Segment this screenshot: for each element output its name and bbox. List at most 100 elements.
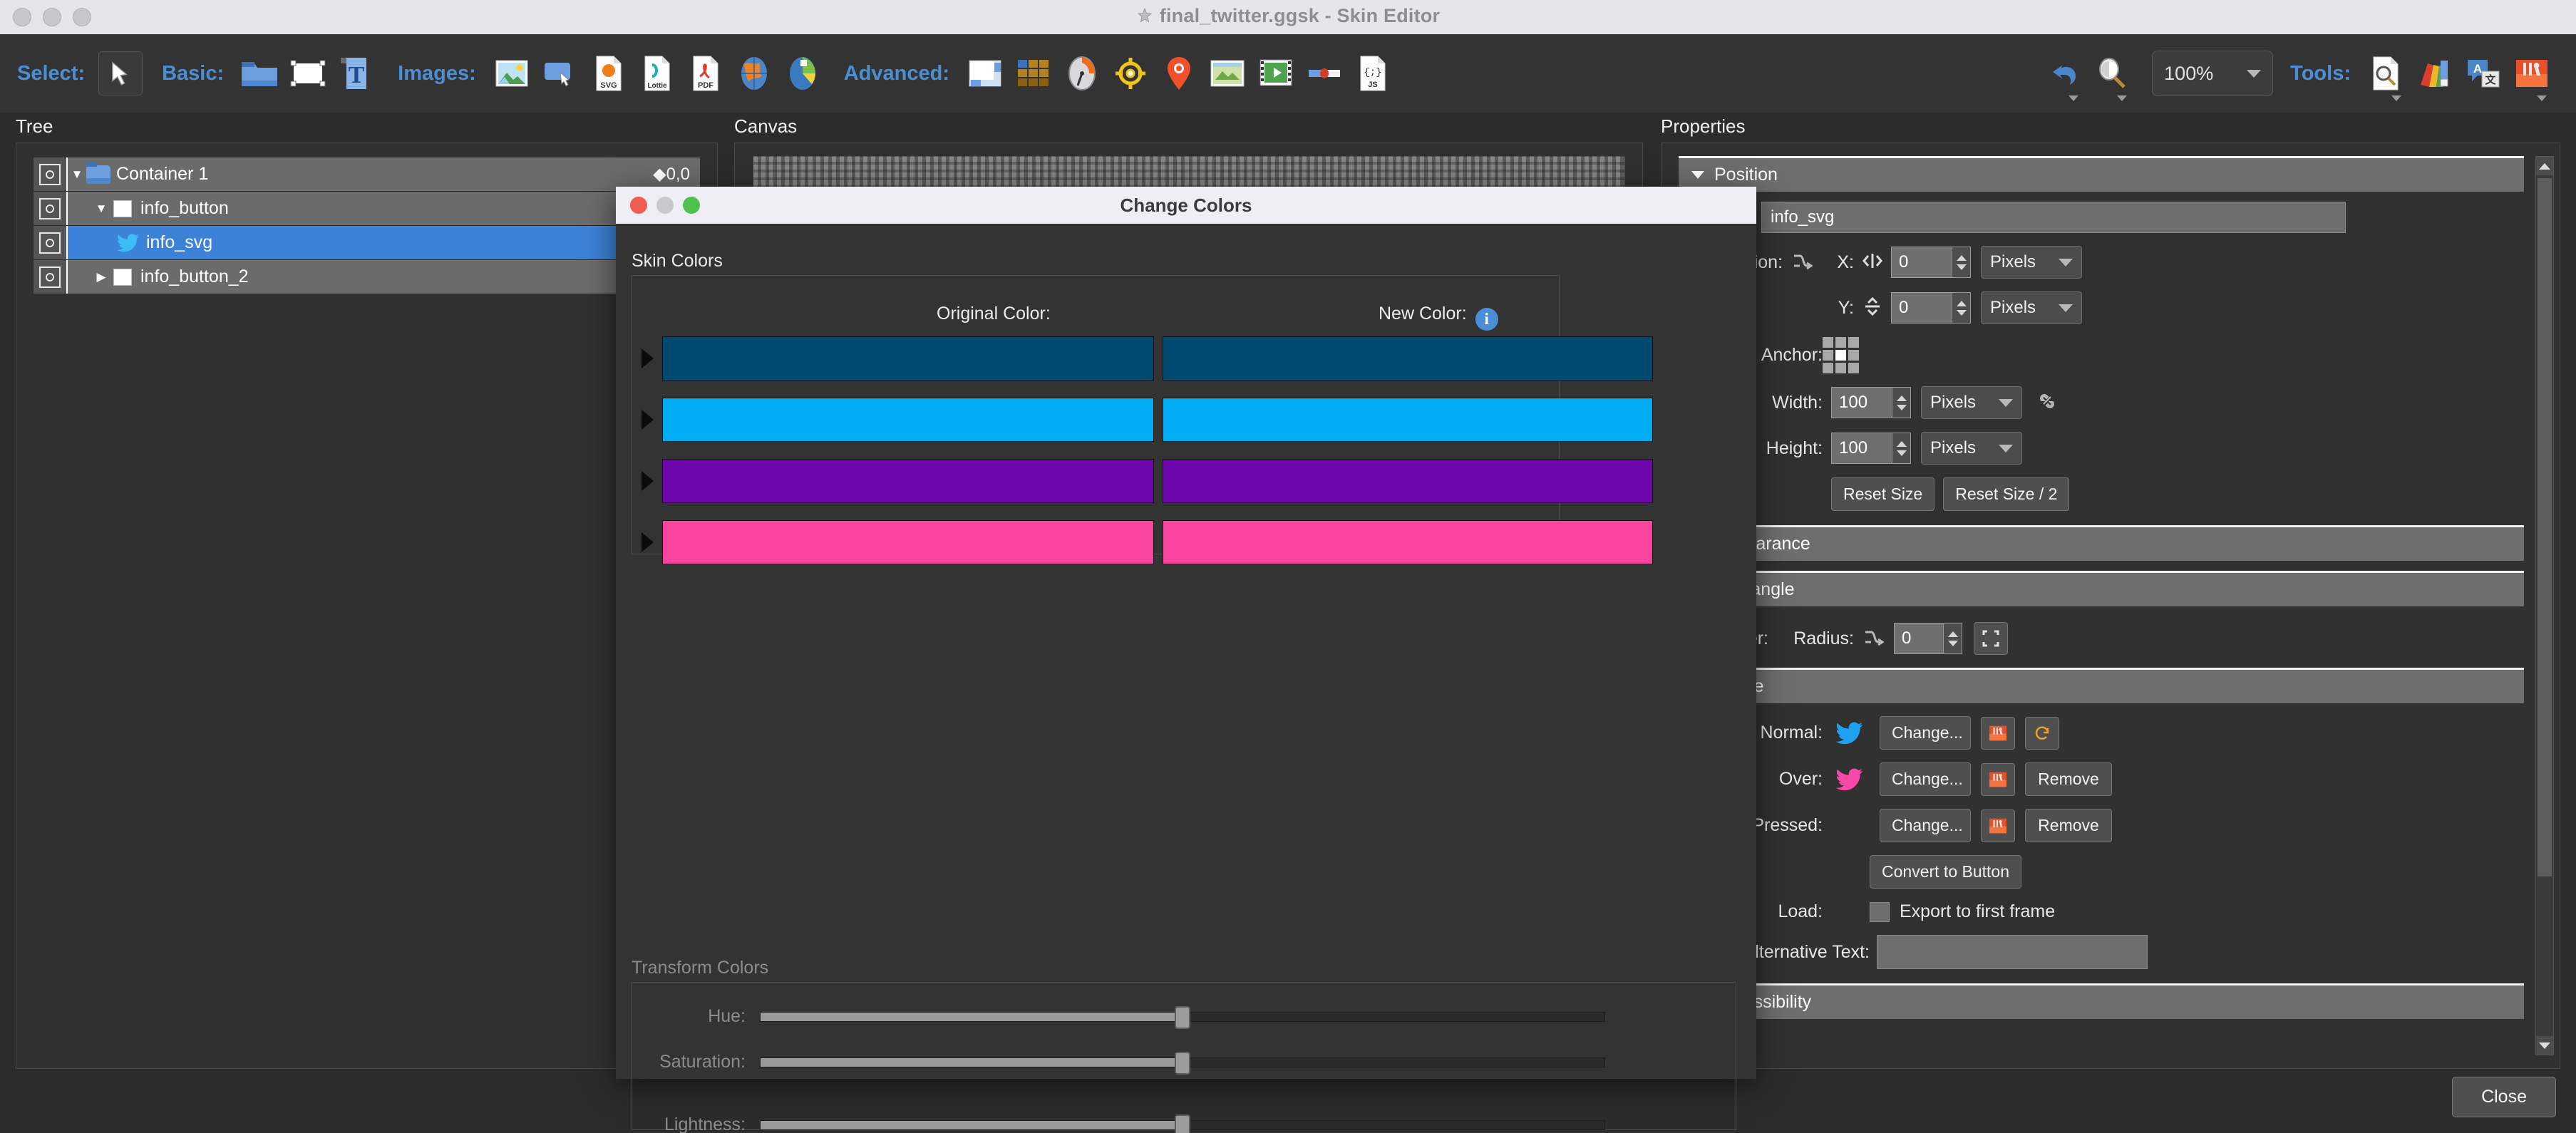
section-header-position[interactable]: Position [1679,156,2524,192]
link-aspect-icon[interactable] [2036,391,2058,415]
height-unit-combo[interactable]: Pixels [1921,432,2022,465]
x-stepper[interactable]: 0 [1891,247,1971,278]
image-normal-change-button[interactable]: Change... [1880,716,1971,750]
lightness-slider[interactable] [760,1114,1605,1133]
video-icon[interactable] [1254,51,1298,95]
color-palette-icon[interactable] [2413,51,2457,95]
globe-icon[interactable] [732,51,776,95]
expand-row-icon[interactable] [642,410,654,430]
tree-twisty-icon[interactable]: ▼ [92,202,110,216]
tree-row[interactable]: ▼ Container 1 ◆0,0 [34,157,700,192]
lottie-file-icon[interactable]: Lottie [635,51,679,95]
zoom-dropdown-caret-icon[interactable] [2117,95,2128,101]
color-row[interactable] [642,459,1653,503]
file-search-caret-icon[interactable] [2391,95,2401,101]
y-unit-combo[interactable]: Pixels [1981,291,2082,324]
pdf-file-icon[interactable]: PDF [684,51,728,95]
original-color-swatch[interactable] [662,336,1154,381]
undo-arrow-icon[interactable] [2041,51,2086,101]
map-pin-icon[interactable] [1157,51,1201,95]
tree-list[interactable]: ▼ Container 1 ◆0,0 ▼ info_button info_sv… [34,157,700,294]
button-icon[interactable] [538,51,582,95]
svg-file-icon[interactable]: SVG [587,51,631,95]
zoom-level-combo[interactable]: 100% [2152,51,2274,96]
y-increment-icon[interactable] [1956,300,1967,306]
image-normal-toolbox-button[interactable] [1981,716,2015,750]
expand-row-icon[interactable] [642,348,654,368]
toolbox-icon[interactable] [2510,51,2554,101]
undo-dropdown-caret-icon[interactable] [2068,95,2079,101]
original-color-swatch[interactable] [662,459,1154,503]
toolbox-caret-icon[interactable] [2537,95,2547,101]
magnifier-icon[interactable] [2090,51,2134,101]
connector-icon[interactable] [1864,628,1885,650]
anchor-cell[interactable] [1823,350,1833,361]
scroll-panel-icon[interactable] [963,51,1007,95]
visibility-eye-icon[interactable] [34,192,68,225]
expand-row-icon[interactable] [642,471,654,491]
new-color-swatch[interactable] [1163,459,1653,503]
close-button[interactable]: Close [2452,1077,2556,1117]
alternative-text-input[interactable] [1877,935,2148,969]
hue-slider-knob[interactable] [1175,1005,1190,1029]
section-header-image[interactable]: Image [1679,668,2524,703]
image-over-remove-button[interactable]: Remove [2025,762,2112,796]
visibility-eye-icon[interactable] [34,260,68,294]
element-name-field[interactable]: info_svg [1761,202,2346,233]
image-over-change-button[interactable]: Change... [1880,762,1971,796]
js-file-icon[interactable]: {;} JS [1351,51,1395,95]
image-over-toolbox-button[interactable] [1981,762,2015,796]
info-icon[interactable]: i [1475,308,1498,331]
translate-icon[interactable]: A 文 [2461,51,2505,95]
y-stepper[interactable]: 0 [1891,292,1971,324]
x-increment-icon[interactable] [1956,254,1967,261]
y-decrement-icon[interactable] [1956,309,1967,316]
color-row[interactable] [642,520,1653,564]
section-header-appearance[interactable]: Appearance [1679,525,2524,561]
width-stepper[interactable]: 100 [1831,387,1911,418]
original-color-swatch[interactable] [662,520,1154,564]
properties-scrollbar[interactable] [2535,156,2554,1055]
saturation-slider-knob[interactable] [1175,1051,1190,1075]
height-decrement-icon[interactable] [1896,450,1907,456]
anchor-cell[interactable] [1848,337,1859,348]
reset-size-half-button[interactable]: Reset Size / 2 [1943,477,2070,511]
section-header-rectangle[interactable]: Rectangle [1679,571,2524,606]
image-icon[interactable] [490,51,534,95]
text-icon[interactable]: T [334,51,378,95]
visibility-eye-icon[interactable] [34,226,68,259]
scrollbar-thumb[interactable] [2538,178,2552,876]
width-unit-combo[interactable]: Pixels [1921,386,2022,419]
width-decrement-icon[interactable] [1896,404,1907,410]
tree-twisty-icon[interactable]: ▼ [68,167,86,182]
anchor-cell[interactable] [1835,363,1846,373]
image-normal-refresh-button[interactable] [2025,716,2059,750]
anchor-cell[interactable] [1848,350,1859,361]
lightness-slider-knob[interactable] [1175,1114,1190,1133]
rectangle-icon[interactable] [286,51,330,95]
height-increment-icon[interactable] [1896,440,1907,447]
tree-row[interactable]: ▼ info_button [34,192,700,226]
anchor-cell[interactable] [1848,363,1859,373]
visibility-eye-icon[interactable] [34,157,68,191]
radius-decrement-icon[interactable] [1947,640,1958,646]
radius-increment-icon[interactable] [1947,631,1958,637]
color-row[interactable] [642,398,1653,442]
corner-select-button[interactable] [1974,622,2008,655]
export-first-frame-checkbox[interactable] [1870,901,1890,922]
folder-icon[interactable] [237,51,282,95]
hue-slider[interactable] [760,1005,1605,1029]
map-image-icon[interactable] [1205,51,1250,95]
height-stepper[interactable]: 100 [1831,433,1911,464]
scroll-down-icon[interactable] [2536,1036,2553,1055]
convert-to-button-button[interactable]: Convert to Button [1870,855,2021,889]
tree-twisty-icon[interactable]: ▶ [92,270,110,284]
image-pressed-remove-button[interactable]: Remove [2025,809,2112,842]
radius-stepper[interactable]: 0 [1894,623,1962,654]
original-color-swatch[interactable] [662,398,1154,442]
saturation-slider[interactable] [760,1051,1605,1075]
image-pressed-change-button[interactable]: Change... [1880,809,1971,842]
tree-row[interactable]: ▶ info_button_2 [34,260,700,294]
image-pressed-toolbox-button[interactable] [1981,809,2015,842]
expand-row-icon[interactable] [642,532,654,552]
